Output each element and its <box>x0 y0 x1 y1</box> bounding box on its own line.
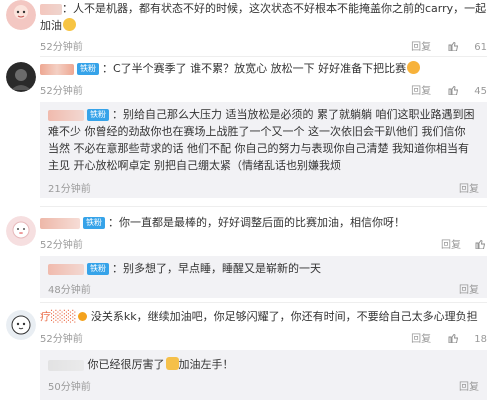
like-button[interactable]: 61 <box>448 41 487 53</box>
divider <box>40 206 487 207</box>
comment-1: ：人不是机器，都有状态不好的时候，这次状态不好根本不能掩盖你之前的carry，一… <box>0 0 495 53</box>
like-button[interactable]: 18 <box>448 333 487 345</box>
reply-button[interactable]: 回复 <box>411 334 431 345</box>
comment-text: ：你一直都是最棒的，好好调整后面的比赛加油，相信你呀！ <box>108 216 405 229</box>
like-button[interactable]: 45 <box>448 85 487 97</box>
sub-reply-text: 你已经很厉害了 <box>87 358 165 371</box>
username[interactable] <box>40 63 74 75</box>
sub-reply-meta: 21分钟前 回复 <box>48 180 479 195</box>
reply-button[interactable]: 回复 <box>459 382 479 393</box>
sub-reply-text: ：别给自己那么大压力 适当放松是必须的 累了就躺躺 咱们这职业路遇到困难不少 你… <box>48 108 475 172</box>
comment-text: 没关系kk，继续加油吧，你足够闪耀了，你还有时间，不要给自己太多心理负担 <box>90 310 478 323</box>
emoji-icon <box>63 18 76 31</box>
timestamp: 50分钟前 <box>48 382 91 393</box>
comment-body: 疗░░░ 没关系kk，继续加油吧，你足够闪耀了，你还有时间，不要给自己太多心理负… <box>40 308 487 325</box>
comment-meta: 52分钟前 回复 45 <box>40 82 487 97</box>
timestamp: 52分钟前 <box>40 86 83 97</box>
avatar[interactable] <box>6 310 36 340</box>
avatar[interactable] <box>6 62 36 92</box>
thumbs-up-emoji-icon <box>165 357 179 370</box>
sub-reply-body: 你已经很厉害了 加油左手！ <box>48 356 479 373</box>
comment-meta: 52分钟前 回复 18 <box>40 330 487 345</box>
username[interactable] <box>40 217 80 229</box>
reply-button[interactable]: 回复 <box>411 86 431 97</box>
avatar[interactable] <box>6 216 36 246</box>
reply-button[interactable]: 回复 <box>459 285 479 296</box>
fan-badge: 铁粉 <box>87 109 109 121</box>
comment-meta: 52分钟前 回复 61 <box>40 38 487 53</box>
sub-reply-meta: 48分钟前 回复 <box>48 281 479 296</box>
verified-icon <box>78 312 88 321</box>
like-count: 61 <box>474 42 487 53</box>
divider <box>40 56 487 57</box>
emoji-icon <box>407 61 421 74</box>
timestamp: 52分钟前 <box>40 240 83 251</box>
divider <box>40 302 487 303</box>
comment-3: 铁粉 ：你一直都是最棒的，好好调整后面的比赛加油，相信你呀！ 52分钟前 回复 铁… <box>0 214 495 298</box>
sub-reply-meta: 50分钟前 回复 <box>48 378 479 393</box>
comment-2: 铁粉 ：C了半个赛季了 谁不累？放宽心 放松一下 好好准备下把比赛 52分钟前 回… <box>0 60 495 200</box>
like-button[interactable] <box>475 239 487 251</box>
fan-badge: 铁粉 <box>77 63 99 75</box>
username[interactable] <box>48 263 84 275</box>
comment-text: ：C了半个赛季了 谁不累？放宽心 放松一下 好好准备下把比赛 <box>102 62 407 75</box>
username[interactable] <box>48 359 84 371</box>
comment-body: ：人不是机器，都有状态不好的时候，这次状态不好根本不能掩盖你之前的carry，一… <box>40 0 487 34</box>
thumbs-up-icon <box>475 239 485 249</box>
fan-badge: 铁粉 <box>83 217 105 229</box>
username[interactable]: 疗░░░ <box>40 310 76 323</box>
reply-button[interactable]: 回复 <box>441 240 461 251</box>
username[interactable] <box>48 109 84 121</box>
fan-badge: 铁粉 <box>87 263 109 275</box>
thumbs-up-icon <box>448 333 459 343</box>
sub-reply-text-2: 加油左手！ <box>178 358 234 371</box>
thumbs-up-icon <box>448 85 459 95</box>
comment-body: 铁粉 ：你一直都是最棒的，好好调整后面的比赛加油，相信你呀！ <box>40 214 487 231</box>
comment-text: ：人不是机器，都有状态不好的时候，这次状态不好根本不能掩盖你之前的carry，一… <box>40 2 487 32</box>
timestamp: 52分钟前 <box>40 42 83 53</box>
avatar[interactable] <box>6 0 36 30</box>
username[interactable] <box>40 3 62 15</box>
timestamp: 21分钟前 <box>48 184 91 195</box>
thumbs-up-icon <box>448 41 459 51</box>
reply-button[interactable]: 回复 <box>411 42 431 53</box>
sub-reply-text: ：别多想了，早点睡，睡醒又是崭新的一天 <box>112 262 321 275</box>
timestamp: 48分钟前 <box>48 285 91 296</box>
sub-reply-body: 铁粉 ：别多想了，早点睡，睡醒又是崭新的一天 <box>48 260 479 277</box>
comment-4: 疗░░░ 没关系kk，继续加油吧，你足够闪耀了，你还有时间，不要给自己太多心理负… <box>0 308 495 400</box>
like-count: 18 <box>474 334 487 345</box>
comment-meta: 52分钟前 回复 <box>40 236 487 251</box>
like-count: 45 <box>474 86 487 97</box>
timestamp: 52分钟前 <box>40 334 83 345</box>
reply-button[interactable]: 回复 <box>459 184 479 195</box>
sub-reply: 铁粉 ：别给自己那么大压力 适当放松是必须的 累了就躺躺 咱们这职业路遇到困难不少… <box>40 102 487 198</box>
comment-body: 铁粉 ：C了半个赛季了 谁不累？放宽心 放松一下 好好准备下把比赛 <box>40 60 487 77</box>
sub-reply: 铁粉 ：别多想了，早点睡，睡醒又是崭新的一天 48分钟前 回复 <box>40 256 487 298</box>
sub-reply: 你已经很厉害了 加油左手！ 50分钟前 回复 <box>40 350 487 400</box>
sub-reply-body: 铁粉 ：别给自己那么大压力 适当放松是必须的 累了就躺躺 咱们这职业路遇到困难不少… <box>48 106 479 174</box>
